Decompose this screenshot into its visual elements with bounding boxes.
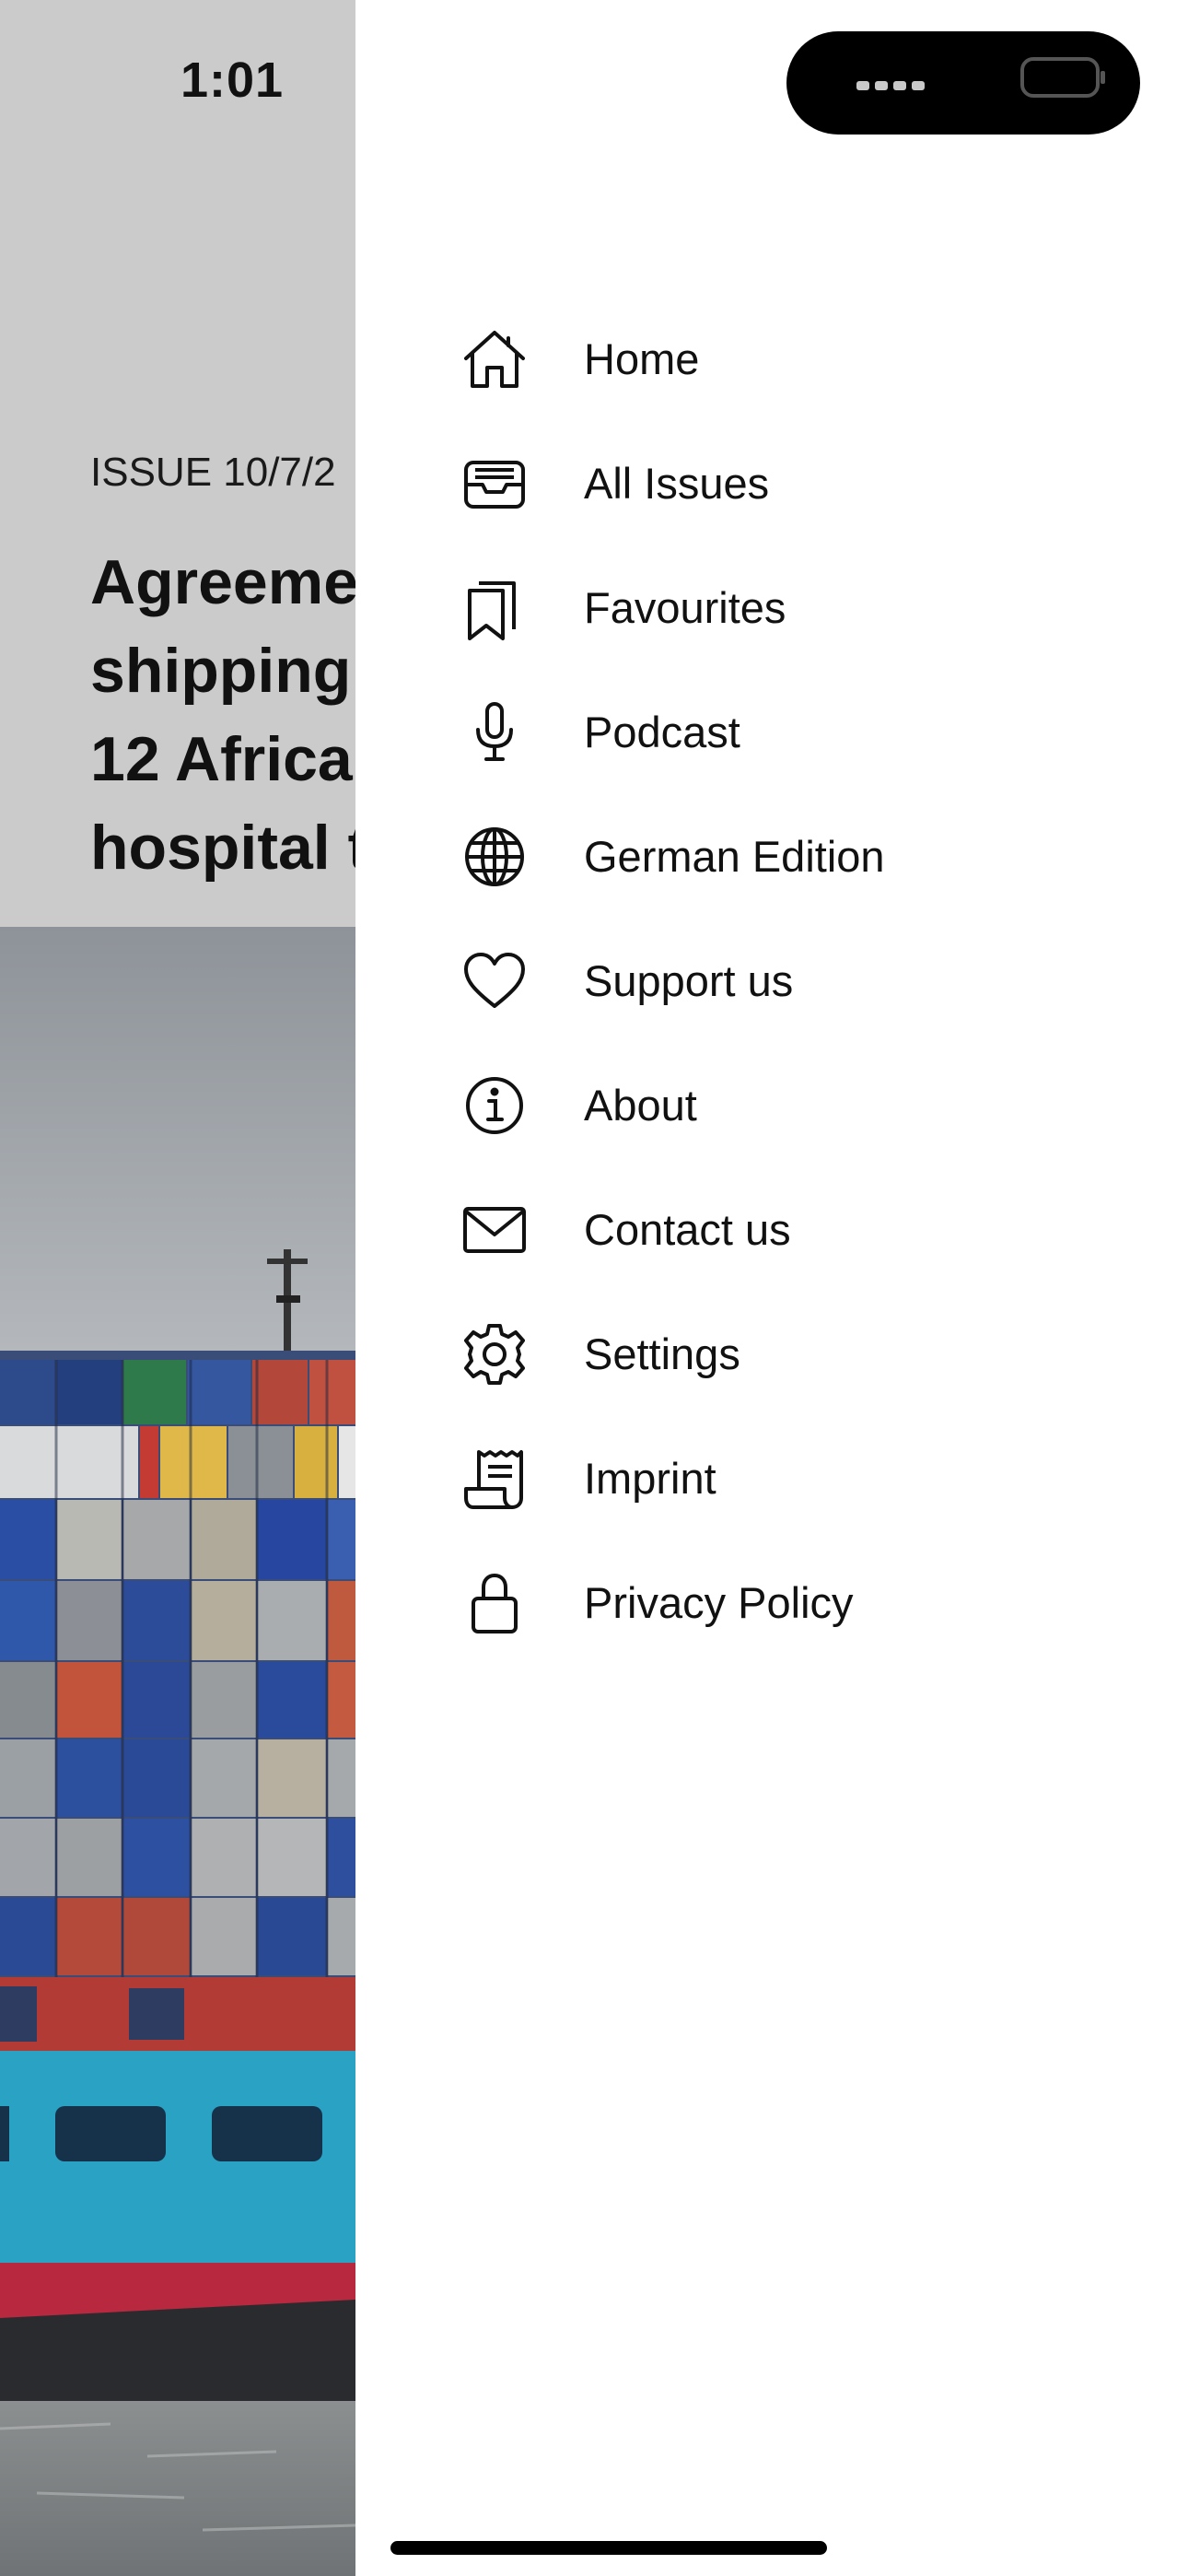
menu-item-german-edition[interactable]: German Edition bbox=[460, 794, 1160, 919]
issue-label[interactable]: ISSUE 10/7/2 bbox=[90, 450, 336, 496]
menu-label: Contact us bbox=[584, 1205, 791, 1254]
status-time: 1:01 bbox=[181, 53, 285, 108]
headline-line: 12 Africa bbox=[90, 724, 353, 794]
wifi-icon bbox=[943, 56, 1006, 95]
cellular-signal-icon bbox=[856, 81, 925, 90]
headline-line: Agreeme bbox=[90, 547, 355, 617]
menu-item-about[interactable]: About bbox=[460, 1043, 1160, 1167]
lock-icon bbox=[460, 1569, 529, 1637]
microphone-icon bbox=[460, 698, 529, 767]
menu-label: All Issues bbox=[584, 459, 770, 508]
menu-label: Imprint bbox=[584, 1454, 716, 1503]
tray-icon bbox=[460, 450, 529, 518]
menu-label: German Edition bbox=[584, 832, 885, 881]
menu-item-favourites[interactable]: Favourites bbox=[460, 545, 1160, 670]
heart-icon bbox=[460, 947, 529, 1015]
status-icons bbox=[856, 56, 1105, 98]
menu-item-imprint[interactable]: Imprint bbox=[460, 1416, 1160, 1540]
menu-label: About bbox=[584, 1081, 697, 1130]
menu-label: Podcast bbox=[584, 708, 740, 756]
receipt-icon bbox=[460, 1445, 529, 1513]
menu-label: Home bbox=[584, 334, 700, 383]
article-background: 1:01 ISSUE 10/7/2 Agreeme shipping, 12 A… bbox=[0, 0, 355, 2576]
home-icon bbox=[460, 325, 529, 393]
home-indicator[interactable] bbox=[390, 2541, 827, 2555]
article-headline[interactable]: Agreeme shipping, 12 Africa hospital t bbox=[90, 538, 355, 892]
hero-image[interactable] bbox=[0, 927, 355, 2576]
menu-item-home[interactable]: Home bbox=[460, 297, 1160, 421]
drawer-menu: Home All Issues Favourites Podcast Germa… bbox=[460, 297, 1160, 1665]
globe-icon bbox=[460, 823, 529, 891]
menu-item-privacy-policy[interactable]: Privacy Policy bbox=[460, 1540, 1160, 1665]
menu-item-settings[interactable]: Settings bbox=[460, 1292, 1160, 1416]
gear-icon bbox=[460, 1320, 529, 1388]
menu-label: Settings bbox=[584, 1329, 740, 1378]
bookmarks-icon bbox=[460, 574, 529, 642]
menu-label: Privacy Policy bbox=[584, 1578, 854, 1627]
menu-label: Favourites bbox=[584, 583, 786, 632]
menu-label: Support us bbox=[584, 956, 794, 1005]
menu-item-contact-us[interactable]: Contact us bbox=[460, 1167, 1160, 1292]
battery-icon bbox=[1020, 57, 1105, 98]
menu-item-all-issues[interactable]: All Issues bbox=[460, 421, 1160, 545]
article-header: 1:01 ISSUE 10/7/2 Agreeme shipping, 12 A… bbox=[0, 0, 355, 927]
headline-line: shipping, bbox=[90, 636, 355, 706]
envelope-icon bbox=[460, 1196, 529, 1264]
info-icon bbox=[460, 1071, 529, 1140]
menu-item-support-us[interactable]: Support us bbox=[460, 919, 1160, 1043]
headline-line: hospital t bbox=[90, 813, 355, 883]
menu-item-podcast[interactable]: Podcast bbox=[460, 670, 1160, 794]
